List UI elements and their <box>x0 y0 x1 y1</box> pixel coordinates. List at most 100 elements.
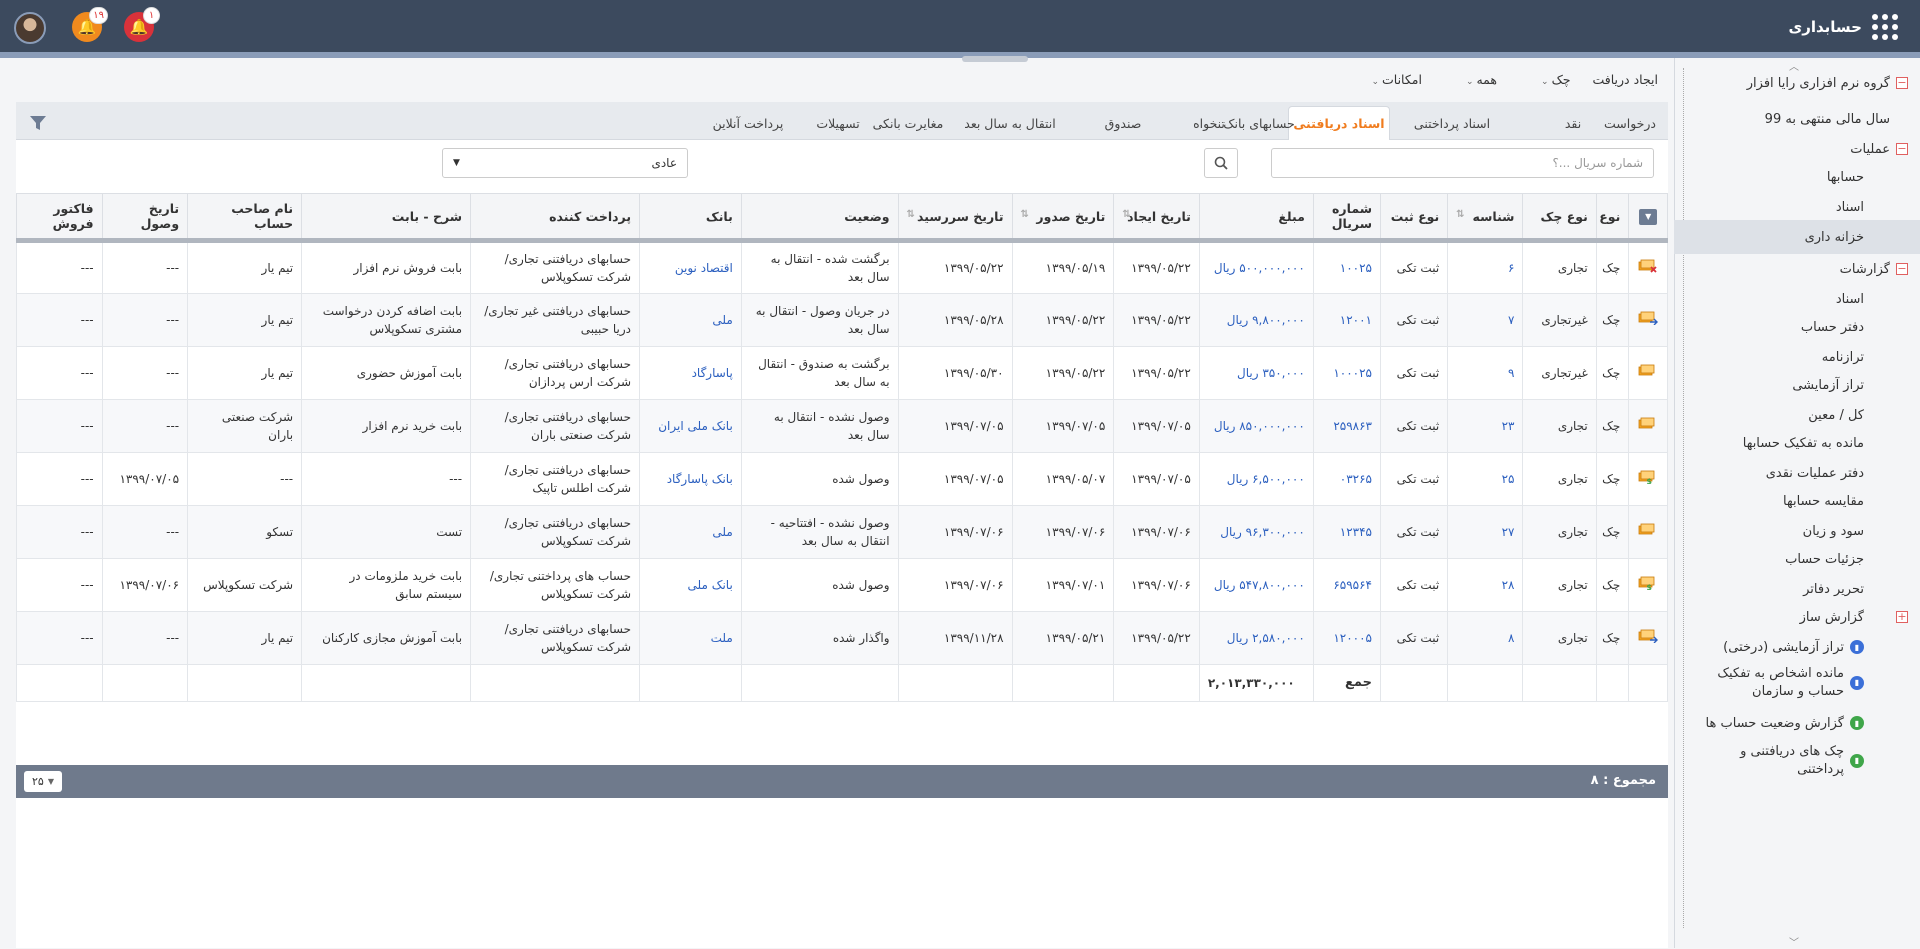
cell-id[interactable]: ۲۸ <box>1447 558 1524 612</box>
notification-bell-button[interactable]: 🔔 ۱۹ <box>72 7 108 42</box>
column-header[interactable]: شماره سریال <box>1312 193 1382 241</box>
cell-amount[interactable]: ۸۵۰,۰۰۰,۰۰۰ ریال <box>1198 399 1314 453</box>
expand-icon[interactable]: + <box>1896 611 1908 623</box>
table-row[interactable]: $ چک تجاری ۲۵ ثبت تکی ۰۳۲۶۵ ۶,۵۰۰,۰۰۰ ریال ۱۳۹۹… <box>16 452 1668 506</box>
cell-amount[interactable]: ۵۰۰,۰۰۰,۰۰۰ ریال <box>1198 240 1314 294</box>
tab-1[interactable]: نقد <box>1548 106 1598 140</box>
sidebar-item[interactable]: − گروه نرم افزاری رایا افزار <box>1674 66 1920 100</box>
table-row[interactable]: چک تجاری ۶ ثبت تکی ۱۰۰۲۵ ۵۰۰,۰۰۰,۰۰۰ ریال ۱۳۹۹… <box>16 240 1668 294</box>
cell-id[interactable]: ۸ <box>1447 611 1524 665</box>
tab-0[interactable]: درخواست <box>1604 106 1656 140</box>
column-header[interactable]: وضعیت <box>740 193 899 241</box>
sidebar-item[interactable]: ▮ چک های دریافتنی و پرداختنی <box>1674 738 1920 784</box>
avatar[interactable] <box>14 12 46 44</box>
cell-id[interactable]: ۲۷ <box>1447 505 1524 559</box>
table-row[interactable]: $ چک تجاری ۲۸ ثبت تکی ۶۵۹۵۶۴ ۵۴۷,۸۰۰,۰۰۰ ریال ۱… <box>16 558 1668 612</box>
column-header[interactable]: تاریخ صدور ⇅ <box>1011 193 1115 241</box>
table-row[interactable]: چک غیرتجاری ۷ ثبت تکی ۱۲۰۰۱ ۹,۸۰۰,۰۰۰ ریال ۱۳۹… <box>16 293 1668 347</box>
sort-icon[interactable]: ⇅ <box>1021 209 1029 220</box>
menu-item[interactable]: چک⌄ <box>1519 72 1570 87</box>
scroll-down-icon[interactable]: ﹀ <box>1789 934 1799 949</box>
sidebar-item[interactable]: ▮ تراز آزمایشی (درختی) <box>1674 630 1920 664</box>
table-row[interactable]: چک تجاری ۲۳ ثبت تکی ۲۵۹۸۶۳ ۸۵۰,۰۰۰,۰۰۰ ریال ۱۳… <box>16 399 1668 453</box>
sidebar-item[interactable]: + گزارش ساز <box>1674 600 1920 634</box>
tab-10[interactable]: پرداخت آنلاین <box>708 106 788 140</box>
cell-amount[interactable]: ۲,۵۸۰,۰۰۰ ریال <box>1198 611 1314 665</box>
tab-2[interactable]: اسناد پرداختنی <box>1408 106 1496 140</box>
table-row[interactable]: چک تجاری ۸ ثبت تکی ۱۲۰۰۰۵ ۲,۵۸۰,۰۰۰ ریال ۱۳۹۹/… <box>16 611 1668 665</box>
left-scrollbar[interactable] <box>4 98 14 948</box>
tab-6[interactable]: صندوق <box>1086 106 1160 140</box>
sort-icon[interactable]: ⇅ <box>1456 209 1464 220</box>
cell-id[interactable]: ۲۵ <box>1447 452 1524 506</box>
column-header[interactable]: مبلغ <box>1198 193 1314 241</box>
column-header[interactable]: تاریخ وصول <box>101 193 189 241</box>
column-header[interactable]: شناسه ⇅ <box>1447 193 1524 241</box>
column-header[interactable]: تاریخ سررسید ⇅ <box>897 193 1013 241</box>
sidebar-item[interactable]: خزانه داری <box>1674 220 1920 254</box>
select-all-header[interactable]: ▼ <box>1628 193 1668 241</box>
cell-serial[interactable]: ۱۰۰۲۵ <box>1312 240 1382 294</box>
sidebar-item[interactable]: مانده به تفکیک حسابها <box>1674 426 1920 460</box>
sidebar-item[interactable]: − گزارشات <box>1674 252 1920 286</box>
sort-icon[interactable]: ⇅ <box>907 209 915 220</box>
collapse-icon[interactable]: − <box>1896 77 1908 89</box>
menu-item[interactable]: همه⌄ <box>1444 72 1497 87</box>
column-header[interactable]: نوع <box>1595 193 1630 241</box>
cell-serial[interactable]: ۱۲۰۰۰۵ <box>1312 611 1382 665</box>
cell-bank[interactable]: بانک ملی ایران <box>639 399 742 453</box>
cell-bank[interactable]: اقتصاد نوین <box>639 240 742 294</box>
filter-icon[interactable] <box>30 116 46 130</box>
tab-9[interactable]: تسهیلات <box>802 106 874 140</box>
cell-id[interactable]: ۲۳ <box>1447 399 1524 453</box>
column-header[interactable]: شرح - بابت <box>301 193 472 241</box>
cell-serial[interactable]: ۱۲۰۰۱ <box>1312 293 1382 347</box>
search-button[interactable] <box>1204 148 1238 178</box>
serial-search-input[interactable]: شماره سریال ...؟ <box>1271 148 1654 178</box>
sidebar-item[interactable]: سال مالی منتهی به 99 <box>1674 102 1920 136</box>
cell-bank[interactable]: ملی <box>639 505 742 559</box>
sidebar-item[interactable]: اسناد <box>1674 190 1920 224</box>
table-row[interactable]: چک تجاری ۲۷ ثبت تکی ۱۲۳۴۵ ۹۶,۳۰۰,۰۰۰ ریال ۱۳۹۹… <box>16 505 1668 559</box>
column-header[interactable]: تاریخ ایجاد ⇅ <box>1113 193 1200 241</box>
sidebar-item[interactable]: جزئیات حساب <box>1674 542 1920 576</box>
cell-amount[interactable]: ۳۵۰,۰۰۰ ریال <box>1198 346 1314 400</box>
cell-amount[interactable]: ۵۴۷,۸۰۰,۰۰۰ ریال <box>1198 558 1314 612</box>
cell-serial[interactable]: ۱۲۳۴۵ <box>1312 505 1382 559</box>
cell-id[interactable]: ۹ <box>1447 346 1524 400</box>
column-header[interactable]: پرداخت کننده <box>470 193 641 241</box>
alert-button[interactable]: 🔔 ۱ <box>124 7 160 42</box>
column-header[interactable]: نوع چک <box>1522 193 1597 241</box>
sidebar-item[interactable]: تراز آزمایشی <box>1674 368 1920 402</box>
cell-amount[interactable]: ۶,۵۰۰,۰۰۰ ریال <box>1198 452 1314 506</box>
apps-grid-icon[interactable] <box>1872 14 1898 40</box>
cell-bank[interactable]: ملی <box>639 293 742 347</box>
cell-bank[interactable]: بانک پاسارگاد <box>639 452 742 506</box>
cell-amount[interactable]: ۹۶,۳۰۰,۰۰۰ ریال <box>1198 505 1314 559</box>
sidebar-item[interactable]: ▮ مانده اشخاص به تفکیک حساب و سازمان <box>1674 660 1920 706</box>
cell-bank[interactable]: بانک ملی <box>639 558 742 612</box>
cell-bank[interactable]: پاسارگاد <box>639 346 742 400</box>
menu-item[interactable]: ایجاد دریافت <box>1592 72 1658 87</box>
tab-5[interactable]: تنخواه <box>1180 106 1238 140</box>
cell-id[interactable]: ۷ <box>1447 293 1524 347</box>
cell-amount[interactable]: ۹,۸۰۰,۰۰۰ ریال <box>1198 293 1314 347</box>
column-header[interactable]: نام صاحب حساب <box>187 193 303 241</box>
tab-3[interactable]: اسناد دریافتنی <box>1288 106 1390 140</box>
menu-item[interactable]: امکانات⌄ <box>1349 72 1421 87</box>
cell-serial[interactable]: ۲۵۹۸۶۳ <box>1312 399 1382 453</box>
tab-7[interactable]: انتقال به سال بعد <box>962 106 1058 140</box>
sidebar-item[interactable]: دفتر حساب <box>1674 310 1920 344</box>
tab-8[interactable]: مغایرت بانکی <box>860 106 956 140</box>
cell-serial[interactable]: ۱۰۰۰۲۵ <box>1312 346 1382 400</box>
table-row[interactable]: چک غیرتجاری ۹ ثبت تکی ۱۰۰۰۲۵ ۳۵۰,۰۰۰ ریال ۱۳۹۹… <box>16 346 1668 400</box>
status-select[interactable]: عادی ▼ <box>442 148 688 178</box>
sidebar-item[interactable]: حسابها <box>1674 160 1920 194</box>
column-header[interactable]: بانک <box>639 193 742 241</box>
sort-icon[interactable]: ⇅ <box>1122 209 1130 220</box>
collapse-icon[interactable]: − <box>1896 143 1908 155</box>
cell-bank[interactable]: ملت <box>639 611 742 665</box>
sidebar-item[interactable]: ▮ گزارش وضعیت حساب ها <box>1674 706 1920 740</box>
cell-serial[interactable]: ۶۵۹۵۶۴ <box>1312 558 1382 612</box>
sidebar-item[interactable]: مقایسه حسابها <box>1674 484 1920 518</box>
